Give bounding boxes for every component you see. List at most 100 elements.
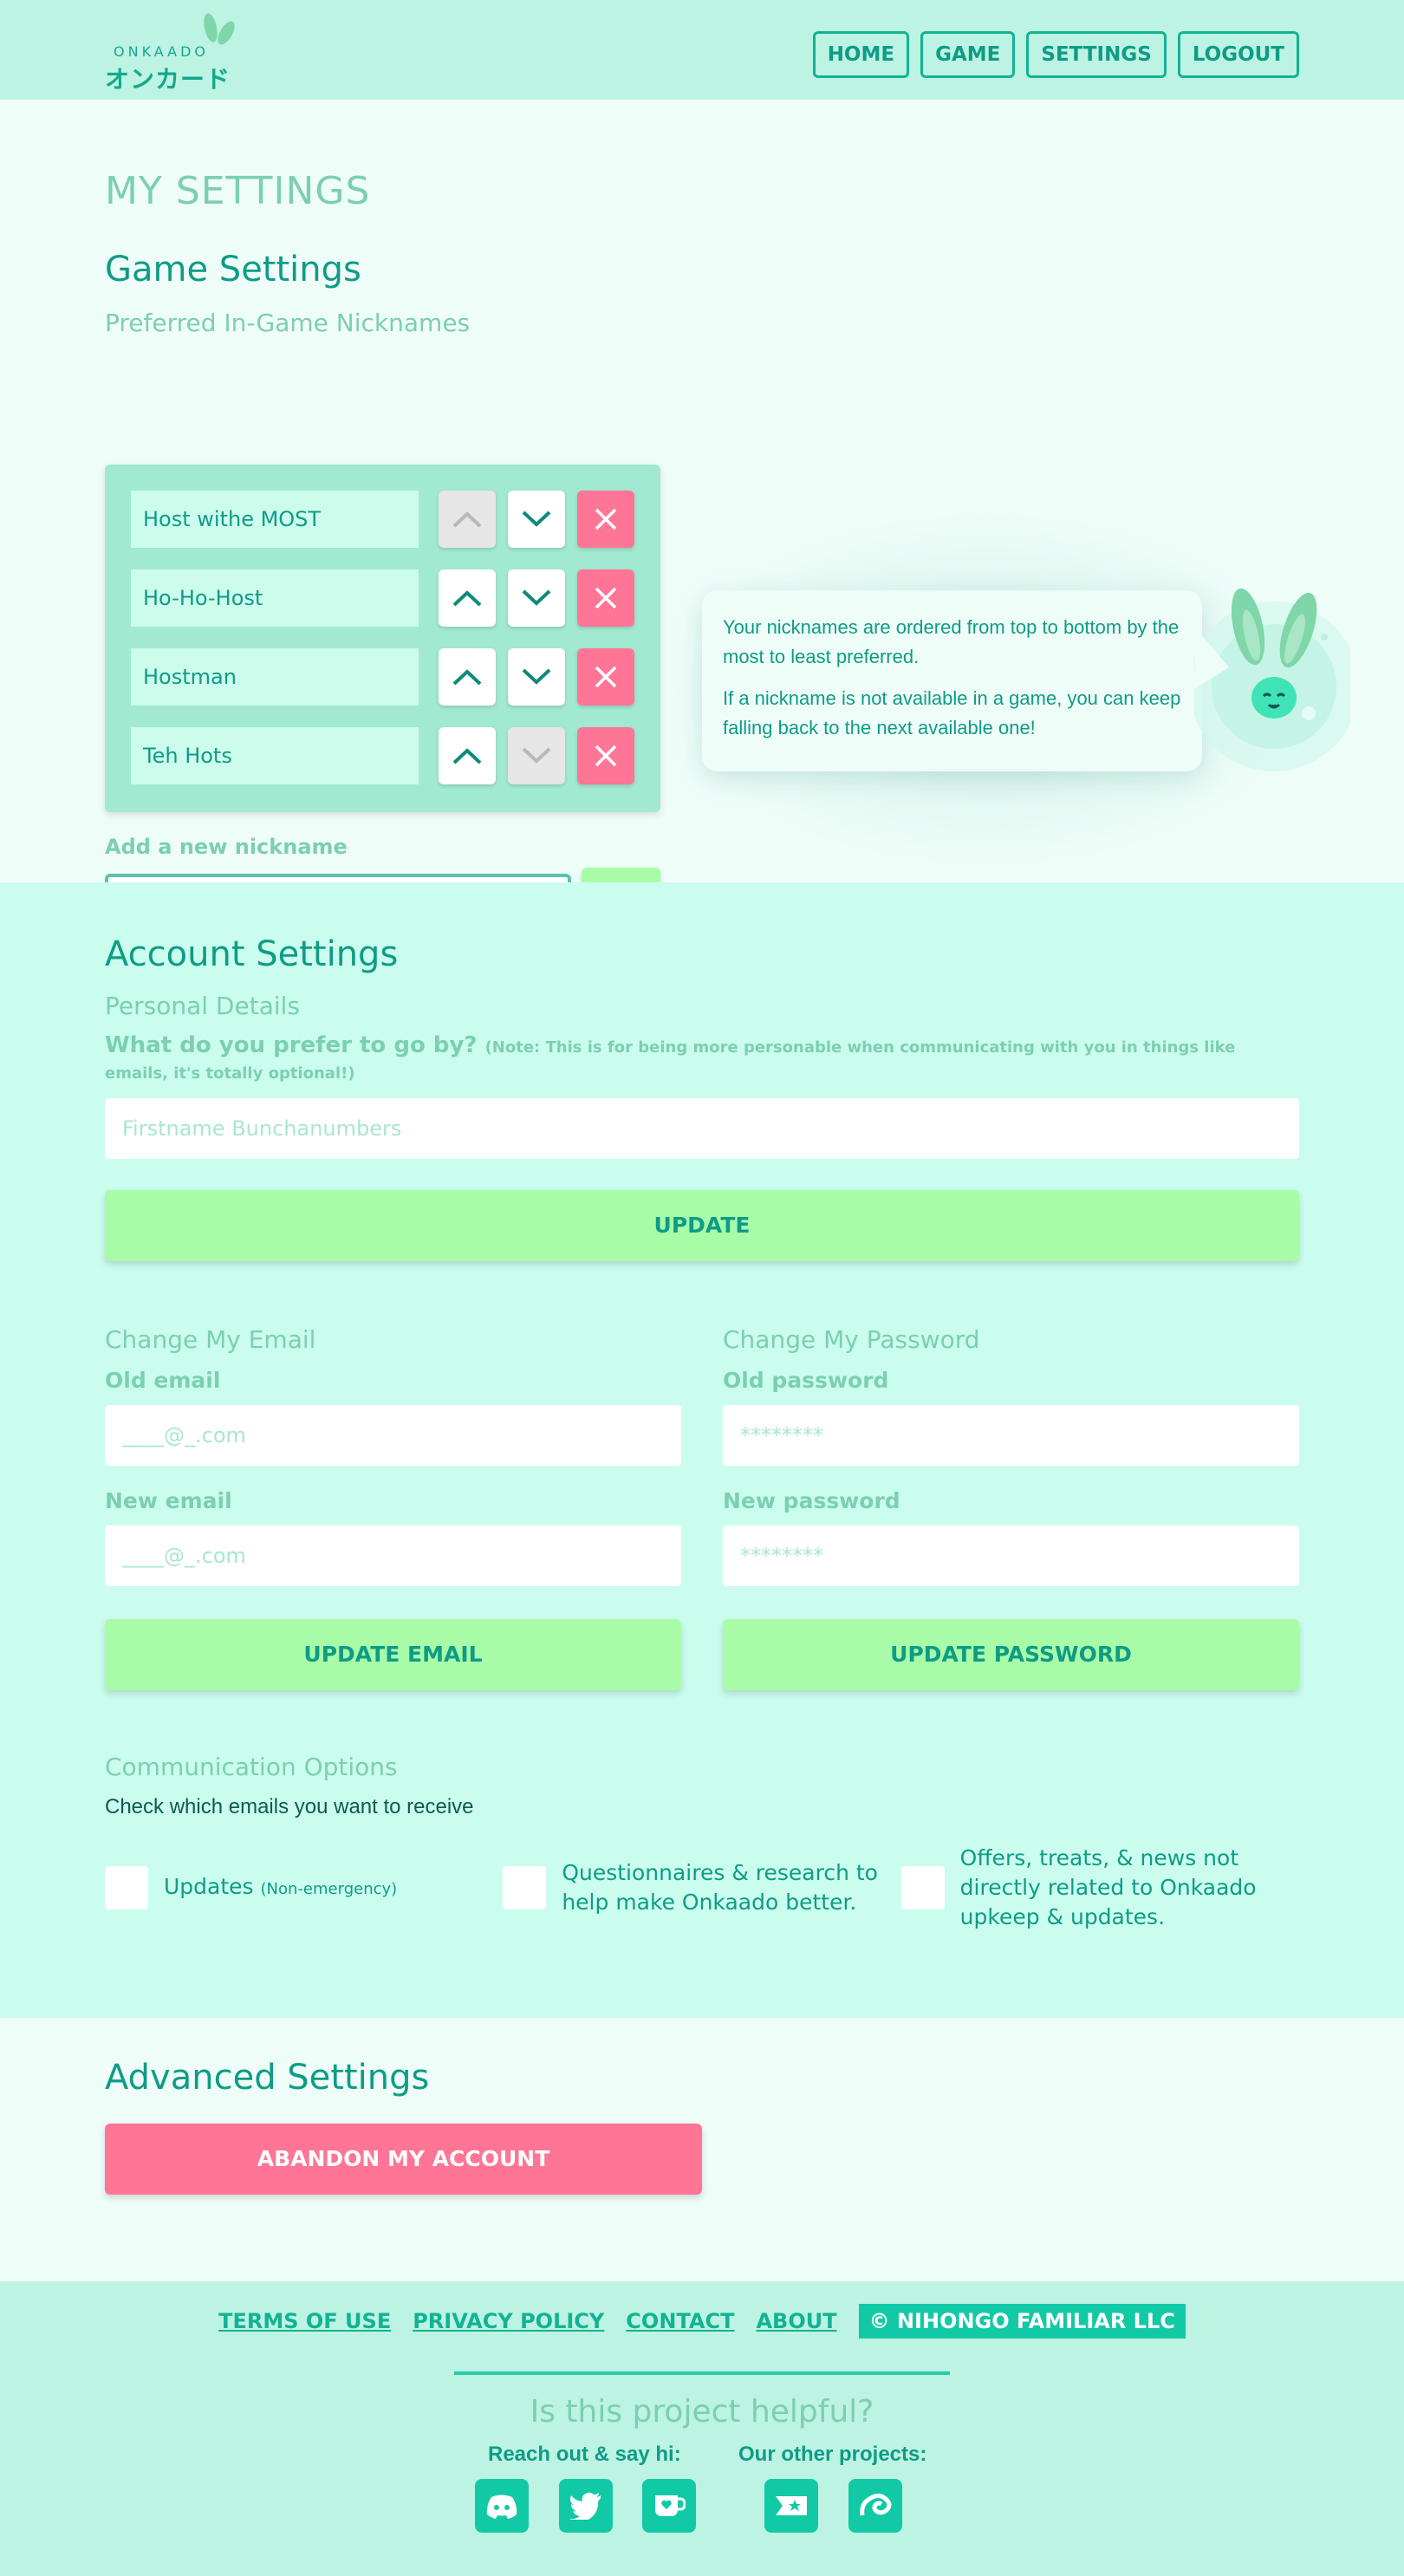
change-email-title: Change My Email: [105, 1325, 316, 1354]
delete-nickname-button[interactable]: [577, 569, 634, 627]
abandon-account-button[interactable]: ABANDON MY ACCOUNT: [105, 2124, 702, 2195]
move-up-button[interactable]: [439, 727, 496, 784]
preferred-name-input[interactable]: [105, 1098, 1299, 1159]
nickname-label: Teh Hots: [131, 727, 419, 784]
other-project-icon-2: [860, 2493, 892, 2516]
nicknames-title: Preferred In-Game Nicknames: [105, 309, 471, 337]
nickname-label: Hostman: [131, 648, 419, 706]
move-down-button[interactable]: [508, 648, 565, 706]
nav-game[interactable]: GAME: [920, 31, 1016, 78]
logo-wordmark-latin: ONKAADO: [114, 43, 210, 60]
add-nickname-label: Add a new nickname: [105, 835, 348, 859]
chevron-up-icon: [452, 669, 482, 686]
nav-settings[interactable]: SETTINGS: [1026, 31, 1167, 78]
chevron-up-icon: [452, 748, 482, 764]
terms-link[interactable]: TERMS OF USE: [218, 2309, 391, 2333]
discord-link[interactable]: [475, 2479, 529, 2533]
change-email-panel: Change My Email Old email New email UPDA…: [105, 1325, 681, 1690]
offers-checkbox[interactable]: [900, 1866, 945, 1909]
old-email-label: Old email: [105, 1368, 221, 1393]
old-password-input[interactable]: [723, 1405, 1299, 1466]
delete-nickname-button[interactable]: [577, 648, 634, 706]
email-option-research: Questionnaires & research to help make O…: [503, 1844, 900, 1932]
credentials-columns: Change My Email Old email New email UPDA…: [105, 1325, 1299, 1690]
contact-link[interactable]: CONTACT: [626, 2309, 734, 2333]
change-password-panel: Change My Password Old password New pass…: [723, 1325, 1299, 1690]
email-preferences: Updates (Non-emergency) Questionnaires &…: [105, 1844, 1299, 1932]
chevron-up-icon: [452, 511, 482, 528]
close-icon: [595, 587, 617, 609]
move-up-button[interactable]: [439, 491, 496, 548]
kofi-link[interactable]: [642, 2479, 696, 2533]
game-settings-title: Game Settings: [105, 250, 361, 289]
offers-label: Offers, treats, & news not directly rela…: [959, 1845, 1257, 1929]
nickname-label: Ho-Ho-Host: [131, 569, 419, 627]
old-email-input[interactable]: [105, 1405, 681, 1466]
chevron-down-icon: [522, 668, 551, 685]
updates-checkbox[interactable]: [105, 1866, 148, 1909]
reach-out-label: Reach out & say hi:: [488, 2443, 681, 2466]
move-down-button[interactable]: [508, 569, 565, 627]
account-settings-title: Account Settings: [105, 934, 399, 974]
update-password-button[interactable]: UPDATE PASSWORD: [723, 1619, 1299, 1690]
personal-details-title: Personal Details: [105, 992, 300, 1020]
advanced-settings-title: Advanced Settings: [105, 2058, 430, 2098]
communication-options-title: Communication Options: [105, 1753, 398, 1781]
new-email-input[interactable]: [105, 1525, 681, 1586]
update-email-button[interactable]: UPDATE EMAIL: [105, 1619, 681, 1690]
new-password-input[interactable]: [723, 1525, 1299, 1586]
delete-nickname-button[interactable]: [577, 727, 634, 784]
chevron-down-icon: [522, 747, 551, 764]
delete-nickname-button[interactable]: [577, 491, 634, 548]
chevron-down-icon: [522, 589, 551, 606]
move-down-button[interactable]: [508, 491, 565, 548]
nickname-row: Ho-Ho-Host: [131, 569, 638, 627]
twitter-icon: [569, 2492, 601, 2520]
logo[interactable]: ONKAADO オンカード: [105, 10, 244, 94]
discord-icon: [486, 2495, 517, 2519]
move-down-button[interactable]: [508, 727, 565, 784]
site-footer: TERMS OF USE PRIVACY POLICY CONTACT ABOU…: [0, 2281, 1404, 2576]
email-option-updates: Updates (Non-emergency): [105, 1844, 503, 1932]
updates-label: Updates (Non-emergency): [164, 1873, 398, 1899]
account-settings-section: Account Settings Personal Details What d…: [0, 882, 1404, 2018]
preferred-name-question: What do you prefer to go by?: [105, 1032, 478, 1058]
new-email-label: New email: [105, 1488, 232, 1513]
kofi-icon: [655, 2495, 686, 2516]
old-password-label: Old password: [723, 1368, 889, 1393]
research-label: Questionnaires & research to help make O…: [562, 1860, 878, 1915]
helpful-heading: Is this project helpful?: [530, 2394, 874, 2430]
privacy-link[interactable]: PRIVACY POLICY: [413, 2309, 604, 2333]
chevron-up-icon: [452, 590, 482, 607]
main-nav: HOME GAME SETTINGS LOGOUT: [812, 31, 1299, 78]
research-checkbox[interactable]: [503, 1866, 547, 1909]
close-icon: [595, 666, 617, 688]
nav-logout[interactable]: LOGOUT: [1177, 31, 1299, 78]
other-project-link-2[interactable]: [848, 2479, 902, 2533]
change-password-title: Change My Password: [723, 1325, 980, 1354]
close-icon: [595, 508, 617, 530]
about-link[interactable]: ABOUT: [756, 2309, 836, 2333]
tooltip-text-1: Your nicknames are ordered from top to b…: [723, 616, 1180, 667]
preferred-name-label: What do you prefer to go by? (Note: This…: [105, 1032, 1299, 1084]
tooltip-text-2: If a nickname is not available in a game…: [723, 687, 1181, 738]
move-up-button[interactable]: [439, 648, 496, 706]
email-option-offers: Offers, treats, & news not directly rela…: [900, 1844, 1299, 1932]
close-icon: [595, 745, 617, 767]
nickname-row: Hostman: [131, 648, 638, 706]
other-project-link-1[interactable]: [764, 2479, 818, 2533]
nickname-row: Teh Hots: [131, 727, 638, 784]
site-header: ONKAADO オンカード HOME GAME SETTINGS LOGOUT: [0, 0, 1404, 100]
game-settings-section: MY SETTINGS Game Settings Preferred In-G…: [0, 100, 1404, 940]
page-title: MY SETTINGS: [105, 169, 371, 213]
copyright-badge: © NIHONGO FAMILIAR LLC: [858, 2304, 1186, 2339]
move-up-button[interactable]: [439, 569, 496, 627]
bunny-mascot-icon: [1194, 588, 1350, 771]
nickname-help-tooltip: Your nicknames are ordered from top to b…: [702, 590, 1202, 771]
nav-home[interactable]: HOME: [812, 31, 910, 78]
logo-wordmark-kana: オンカード: [105, 65, 231, 94]
footer-links: TERMS OF USE PRIVACY POLICY CONTACT ABOU…: [0, 2304, 1404, 2339]
twitter-link[interactable]: [559, 2479, 613, 2533]
other-project-icon-1: [776, 2496, 807, 2515]
update-name-button[interactable]: UPDATE: [105, 1190, 1299, 1261]
